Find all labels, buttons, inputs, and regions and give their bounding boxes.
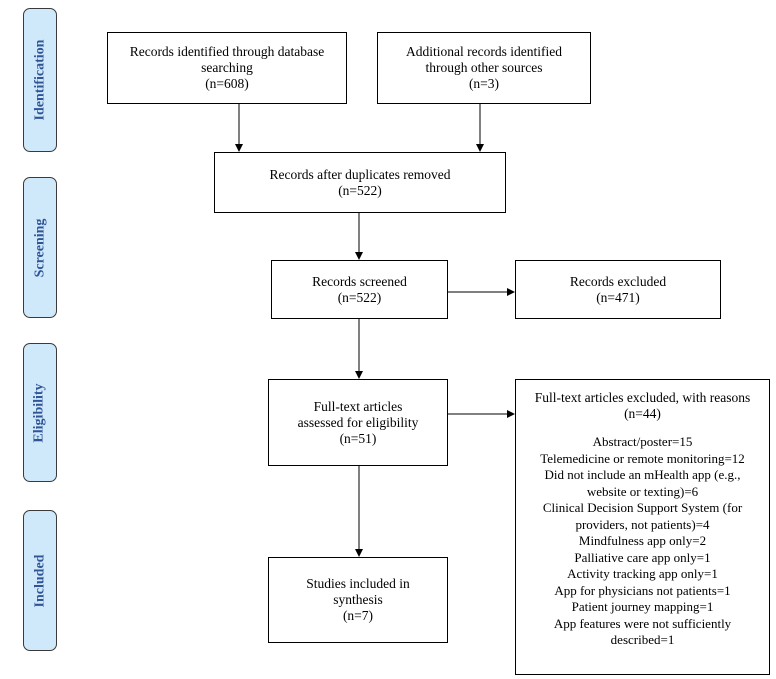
prisma-flow-diagram: Identification Screening Eligibility Inc… [0, 0, 776, 679]
arrows [235, 104, 515, 557]
